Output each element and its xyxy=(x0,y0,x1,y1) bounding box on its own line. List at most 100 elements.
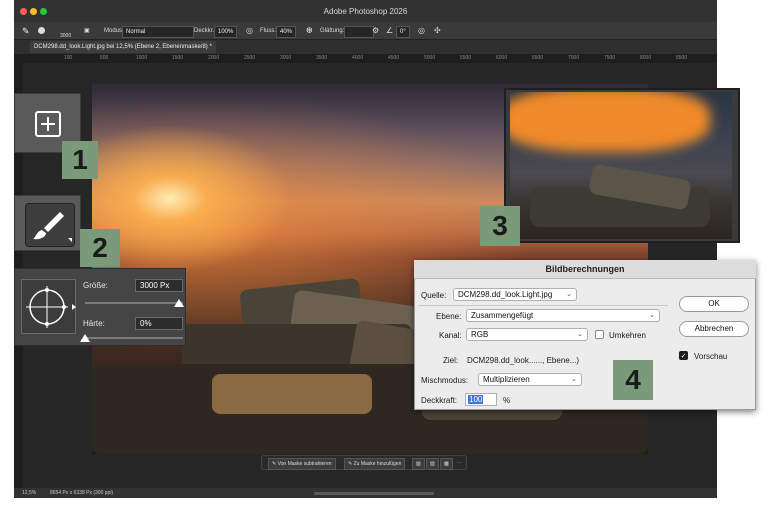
add-to-mask-button[interactable]: ✎ Zu Maske hinzufügen xyxy=(344,458,406,470)
opacity-input[interactable]: 100 xyxy=(465,393,497,406)
airbrush-icon[interactable]: ❆ xyxy=(306,26,313,36)
ruler-tick-label: 2000 xyxy=(208,55,220,61)
orange-mask-area xyxy=(510,92,710,152)
ruler-tick-label: 5500 xyxy=(460,55,472,61)
ruler-tick-label: 6000 xyxy=(496,55,508,61)
angle-input[interactable]: 0° xyxy=(396,26,410,38)
mask-preview-image xyxy=(510,92,732,239)
document-dimensions: 8654 Px x 6338 Px (300 ppi) xyxy=(50,490,114,496)
brush-preset-picker[interactable] xyxy=(38,26,45,36)
symmetry-icon[interactable]: ✣ xyxy=(434,26,441,36)
chevron-down-icon: ⌄ xyxy=(649,312,655,319)
invert-checkbox[interactable] xyxy=(595,330,604,339)
opacity-input[interactable]: 100% xyxy=(214,26,238,38)
smoothing-input[interactable] xyxy=(344,26,374,38)
zoom-level[interactable]: 12,5% xyxy=(22,488,36,498)
opacity-value: 100 xyxy=(468,395,484,404)
opacity-unit: % xyxy=(503,396,511,405)
pressure-size-icon[interactable]: ◎ xyxy=(418,26,425,36)
cancel-button[interactable]: Abbrechen xyxy=(679,321,749,337)
ruler-tick-label: 2500 xyxy=(244,55,256,61)
divider xyxy=(418,305,668,306)
blend-mode-label: Mischmodus: xyxy=(421,376,469,385)
ruler-tick-label: 6500 xyxy=(532,55,544,61)
document-tab[interactable]: DCM298.dd_look.Light.jpg bei 12,5% (Eben… xyxy=(30,41,216,53)
horizontal-ruler: 100 500 1000 1500 2000 2500 3000 3500 4000 4500 50… xyxy=(14,54,717,63)
add-label: Zu Maske hinzufügen xyxy=(353,461,402,467)
flow-input[interactable]: 40% xyxy=(276,26,297,38)
preview-checkbox[interactable]: ✓ xyxy=(679,351,688,360)
ruler-tick-label: 8000 xyxy=(640,55,652,61)
size-label: Größe: xyxy=(83,281,108,290)
plus-square-icon xyxy=(35,111,61,137)
brush-preset-panel: Größe: 3000 Px Härte: 0% xyxy=(14,268,186,346)
hardness-slider-track[interactable] xyxy=(85,337,183,339)
mode-label: Modus: xyxy=(104,28,124,34)
contextual-task-bar: ✎ Von Maske subtrahieren ✎ Zu Maske hinz… xyxy=(261,455,467,470)
brush-tool-icon xyxy=(25,203,75,247)
gear-icon[interactable]: ⚙ xyxy=(372,26,379,36)
status-bar: 12,5% 8654 Px x 6338 Px (300 ppi) xyxy=(14,488,717,498)
hardness-slider-thumb[interactable] xyxy=(80,334,90,342)
source-select[interactable]: DCM298.dd_look.Light.jpg ⌄ xyxy=(453,288,577,301)
brush-tool-icon[interactable]: ✎ xyxy=(22,26,30,36)
source-value: DCM298.dd_look.Light.jpg xyxy=(458,290,553,299)
size-slider-track[interactable] xyxy=(85,302,183,304)
horizontal-scrollbar[interactable] xyxy=(314,492,434,495)
mask-action-icon[interactable]: ▧ xyxy=(412,458,425,470)
pressure-opacity-icon[interactable]: ◎ xyxy=(246,26,253,36)
invert-label: Umkehren xyxy=(609,331,646,340)
ruler-tick-label: 4500 xyxy=(388,55,400,61)
channel-label: Kanal: xyxy=(439,331,462,340)
layer-value: Zusammengefügt xyxy=(471,311,534,320)
channel-select[interactable]: RGB ⌄ xyxy=(466,328,588,341)
mask-action-icon[interactable]: ▩ xyxy=(440,458,453,470)
size-slider-thumb[interactable] xyxy=(174,299,184,307)
ruler-tick-label: 8500 xyxy=(676,55,688,61)
size-input[interactable]: 3000 Px xyxy=(135,279,183,292)
blend-mode-select[interactable]: Multiplizieren ⌄ xyxy=(478,373,582,386)
smoothing-label: Glättung: xyxy=(320,28,345,34)
mask-action-icon[interactable]: ▨ xyxy=(426,458,439,470)
target-label: Ziel: xyxy=(443,356,459,365)
ruler-tick-label: 500 xyxy=(100,55,109,61)
chevron-down-icon: ⌄ xyxy=(566,291,572,298)
callout-badge-4: 4 xyxy=(613,360,653,400)
callout-badge-2: 2 xyxy=(80,229,120,267)
layer-label: Ebene: xyxy=(436,312,462,321)
ruler-tick-label: 3500 xyxy=(316,55,328,61)
ruler-tick-label: 100 xyxy=(64,55,73,61)
callout-badge-3: 3 xyxy=(480,206,520,246)
layer-select[interactable]: Zusammengefügt ⌄ xyxy=(466,309,660,322)
ruler-tick-label: 3000 xyxy=(280,55,292,61)
title-bar: Adobe Photoshop 2026 xyxy=(14,0,717,22)
brush-angle-widget[interactable] xyxy=(21,279,76,334)
subtract-label: Von Maske subtrahieren xyxy=(277,461,332,467)
brush-settings-icon[interactable]: ▣ xyxy=(84,26,90,36)
angle-icon: ∠ xyxy=(386,26,394,35)
brush-tip-icon xyxy=(38,26,45,34)
options-bar: ✎ 3000 ▣ Modus: Normal Deckkr.: 100% ◎ F… xyxy=(14,22,717,40)
chevron-down-icon: ⌄ xyxy=(571,376,577,383)
mode-select[interactable]: Normal xyxy=(122,26,194,38)
preview-label: Vorschau xyxy=(694,352,728,361)
hardness-label: Härte: xyxy=(83,319,105,328)
dialog-title: Bildberechnungen xyxy=(414,260,756,279)
hardness-input[interactable]: 0% xyxy=(135,317,183,330)
callout-badge-1: 1 xyxy=(62,141,98,179)
ruler-tick-label: 5000 xyxy=(424,55,436,61)
ruler-tick-label: 1000 xyxy=(136,55,148,61)
lit-rock xyxy=(212,374,372,414)
channel-value: RGB xyxy=(471,330,489,339)
ok-button[interactable]: OK xyxy=(679,296,749,312)
blend-mode-value: Multiplizieren xyxy=(483,375,530,384)
chevron-down-icon: ⌄ xyxy=(577,331,583,338)
ruler-tick-label: 1500 xyxy=(172,55,184,61)
opacity-label: Deckkr.: xyxy=(194,28,216,34)
subtract-from-mask-button[interactable]: ✎ Von Maske subtrahieren xyxy=(268,458,336,470)
flow-label: Fluss: xyxy=(260,28,277,34)
target-value: DCM298.dd_look......, Ebene...) xyxy=(467,356,580,365)
more-options-icon[interactable]: ⋯ xyxy=(454,458,465,468)
source-label: Quelle: xyxy=(421,291,447,300)
window-title: Adobe Photoshop 2026 xyxy=(323,7,408,16)
